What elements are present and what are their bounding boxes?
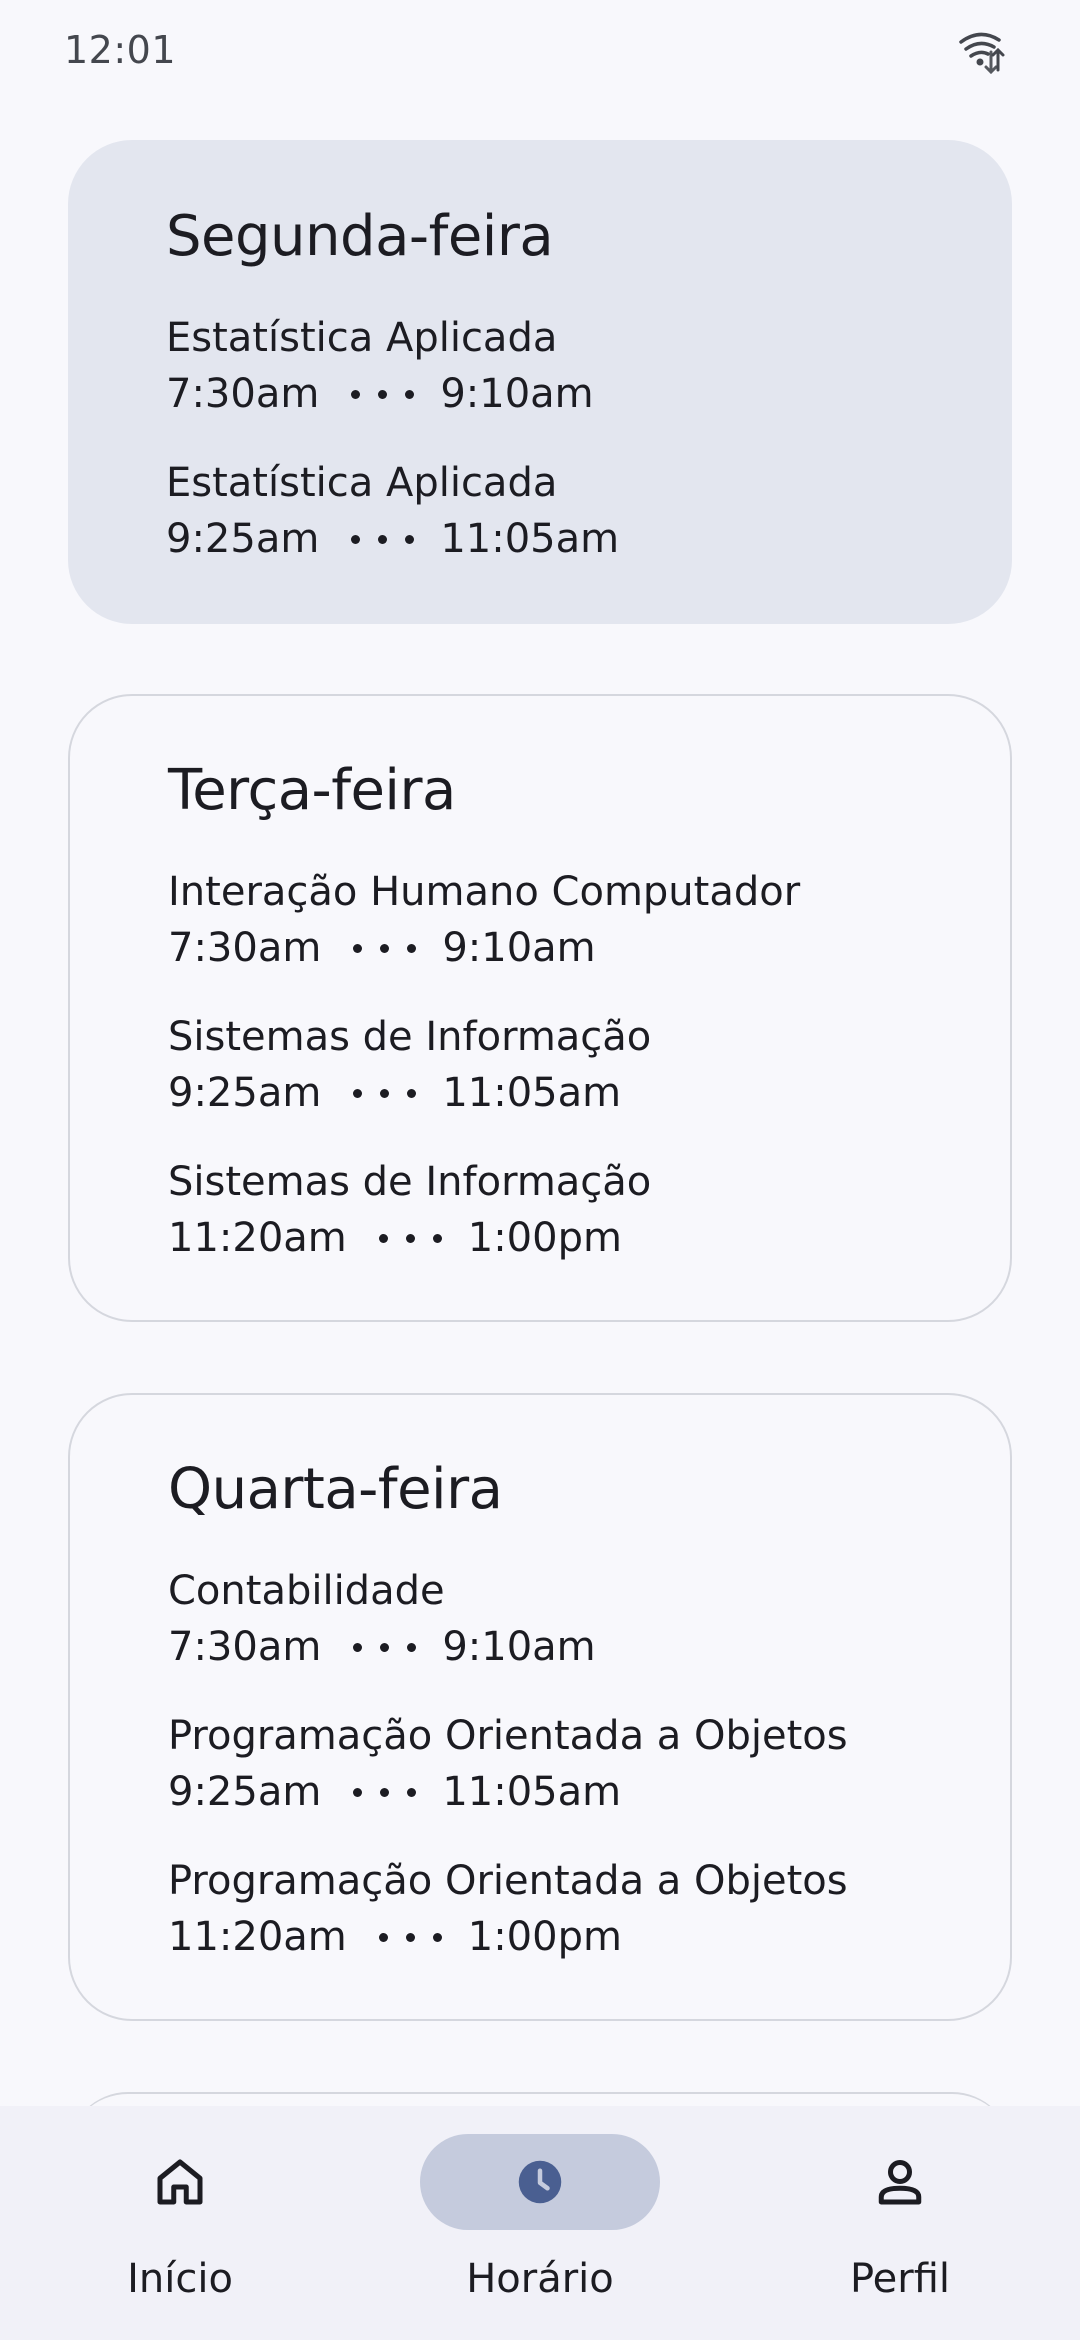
separator-dots-icon — [353, 1088, 417, 1098]
class-time: 7:30am 9:10am — [168, 920, 968, 976]
bottom-navigation: Início Horário Perfil — [0, 2106, 1080, 2340]
status-time: 12:01 — [64, 28, 177, 72]
end-time: 1:00pm — [467, 1215, 622, 1261]
class-name: Programação Orientada a Objetos — [168, 1713, 848, 1759]
separator-dots-icon — [353, 1787, 417, 1797]
start-time: 9:25am — [168, 1070, 322, 1116]
class-name: Sistemas de Informação — [168, 1014, 652, 1060]
class-item: Sistemas de Informação 9:25am 11:05am — [168, 1009, 968, 1121]
class-name: Estatística Aplicada — [166, 315, 558, 361]
wifi-data-icon — [959, 32, 1005, 74]
class-item: Sistemas de Informação 11:20am 1:00pm — [168, 1154, 968, 1266]
class-name: Estatística Aplicada — [166, 460, 558, 506]
class-time: 9:25am 11:05am — [166, 511, 966, 567]
start-time: 9:25am — [166, 516, 320, 562]
class-name: Programação Orientada a Objetos — [168, 1858, 848, 1904]
class-time: 9:25am 11:05am — [168, 1764, 968, 1820]
end-time: 11:05am — [442, 1769, 622, 1815]
nav-indicator — [60, 2134, 300, 2230]
status-bar: 12:01 — [0, 0, 1080, 100]
nav-indicator-active — [420, 2134, 660, 2230]
start-time: 9:25am — [168, 1769, 322, 1815]
class-name: Interação Humano Computador — [168, 869, 801, 915]
class-time: 7:30am 9:10am — [166, 366, 966, 422]
nav-label: Horário — [466, 2256, 614, 2302]
class-name: Contabilidade — [168, 1568, 445, 1614]
day-title: Quarta-feira — [168, 1457, 503, 1522]
separator-dots-icon — [353, 1642, 417, 1652]
end-time: 11:05am — [440, 516, 620, 562]
class-time: 11:20am 1:00pm — [168, 1909, 968, 1965]
nav-item-horario[interactable]: Horário — [360, 2106, 720, 2340]
day-title: Terça-feira — [168, 758, 456, 823]
end-time: 11:05am — [442, 1070, 622, 1116]
end-time: 9:10am — [440, 371, 594, 417]
separator-dots-icon — [378, 1233, 442, 1243]
day-card-quarta[interactable]: Quarta-feira Contabilidade 7:30am 9:10am… — [68, 1393, 1012, 2021]
clock-icon — [518, 2160, 562, 2204]
home-icon — [157, 2159, 203, 2205]
separator-dots-icon — [351, 389, 415, 399]
start-time: 7:30am — [166, 371, 320, 417]
end-time: 1:00pm — [467, 1914, 622, 1960]
class-time: 9:25am 11:05am — [168, 1065, 968, 1121]
nav-label: Perfil — [849, 2256, 951, 2302]
class-item: Contabilidade 7:30am 9:10am — [168, 1563, 968, 1675]
end-time: 9:10am — [442, 1624, 596, 1670]
class-item: Estatística Aplicada 9:25am 11:05am — [166, 455, 966, 567]
separator-dots-icon — [353, 943, 417, 953]
class-item: Programação Orientada a Objetos 11:20am … — [168, 1853, 968, 1965]
nav-indicator — [780, 2134, 1020, 2230]
day-card-terca[interactable]: Terça-feira Interação Humano Computador … — [68, 694, 1012, 1322]
end-time: 9:10am — [442, 925, 596, 971]
nav-item-perfil[interactable]: Perfil — [720, 2106, 1080, 2340]
nav-item-inicio[interactable]: Início — [0, 2106, 360, 2340]
start-time: 7:30am — [168, 925, 322, 971]
separator-dots-icon — [351, 534, 415, 544]
class-time: 11:20am 1:00pm — [168, 1210, 968, 1266]
nav-label: Início — [127, 2256, 233, 2302]
class-item: Estatística Aplicada 7:30am 9:10am — [166, 310, 966, 422]
start-time: 11:20am — [168, 1215, 347, 1261]
class-item: Interação Humano Computador 7:30am 9:10a… — [168, 864, 968, 976]
start-time: 7:30am — [168, 1624, 322, 1670]
class-name: Sistemas de Informação — [168, 1159, 652, 1205]
day-title: Segunda-feira — [166, 204, 554, 269]
class-time: 7:30am 9:10am — [168, 1619, 968, 1675]
separator-dots-icon — [378, 1932, 442, 1942]
class-item: Programação Orientada a Objetos 9:25am 1… — [168, 1708, 968, 1820]
start-time: 11:20am — [168, 1914, 347, 1960]
person-icon — [878, 2159, 922, 2205]
day-card-segunda[interactable]: Segunda-feira Estatística Aplicada 7:30a… — [68, 140, 1012, 624]
